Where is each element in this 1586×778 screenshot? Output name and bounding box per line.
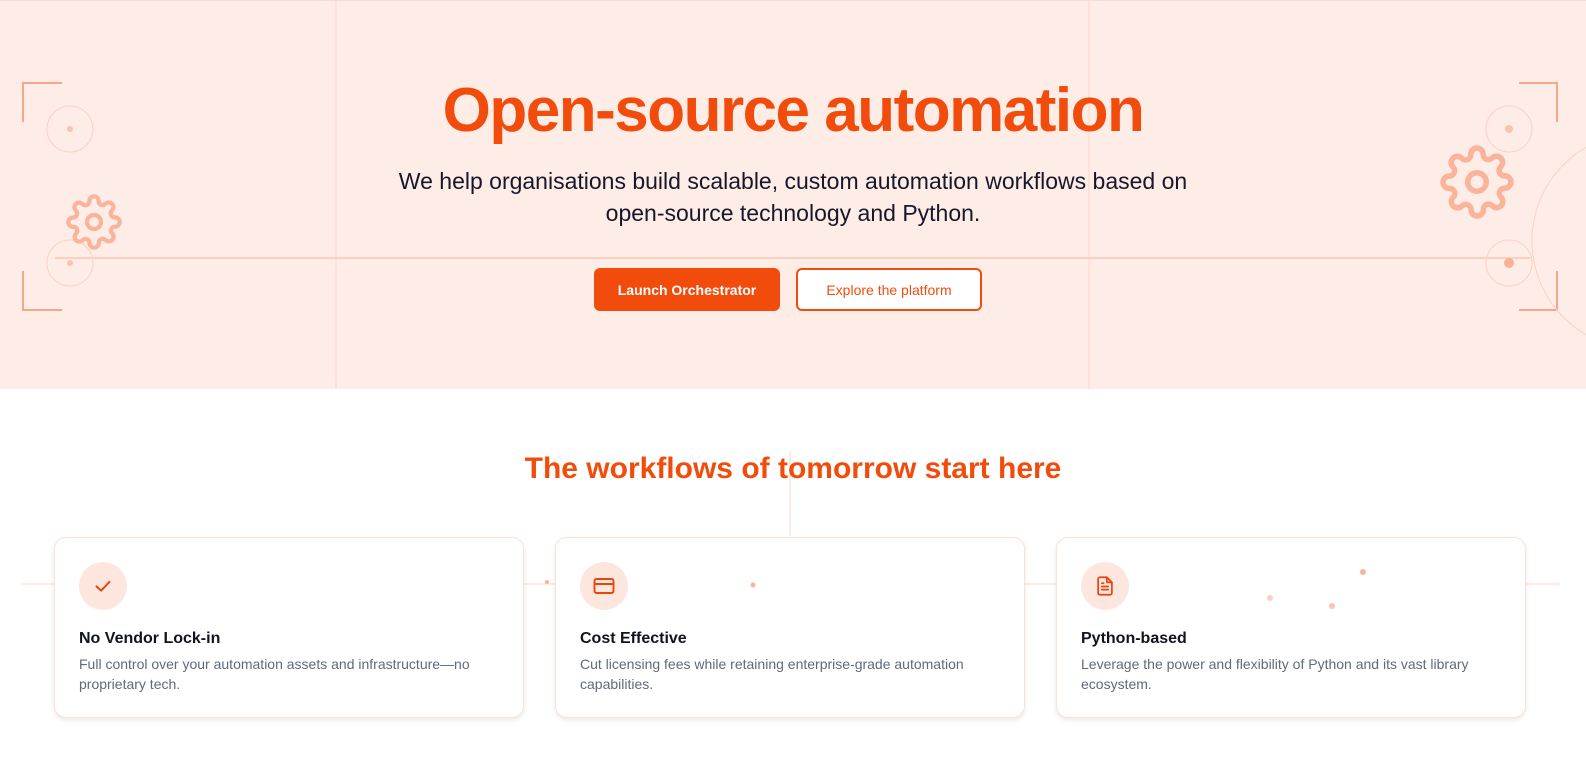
- document-icon: [1097, 576, 1113, 596]
- hero-subtitle: We help organisations build scalable, cu…: [398, 168, 1188, 226]
- features-title: The workflows of tomorrow start here: [524, 452, 1062, 485]
- hero-title: Open-source automation: [442, 76, 1145, 145]
- hero-section: Open-source automation We help organisat…: [0, 0, 1586, 389]
- card-icon-badge: [1081, 562, 1129, 610]
- feature-card: Cost Effective Cut licensing fees while …: [555, 537, 1025, 718]
- check-icon: [95, 580, 111, 592]
- feature-card: No Vendor Lock-in Full control over your…: [54, 537, 524, 718]
- card-description: Full control over your automation assets…: [79, 656, 470, 692]
- card-title: No Vendor Lock-in: [79, 630, 221, 647]
- card-title: Cost Effective: [580, 630, 687, 647]
- card-icon-badge: [580, 562, 628, 610]
- card-description: Leverage the power and flexibility of Py…: [1081, 656, 1469, 692]
- card-description: Cut licensing fees while retaining enter…: [580, 656, 964, 692]
- card-title: Python-based: [1081, 630, 1187, 647]
- credit-card-icon: [593, 578, 615, 594]
- explore-platform-button[interactable]: Explore the platform: [796, 268, 982, 311]
- feature-card: Python-based Leverage the power and flex…: [1056, 537, 1526, 718]
- gear-icon: [66, 194, 122, 250]
- gear-icon: [1440, 145, 1514, 219]
- launch-orchestrator-button[interactable]: Launch Orchestrator: [594, 268, 780, 311]
- card-icon-badge: [79, 562, 127, 610]
